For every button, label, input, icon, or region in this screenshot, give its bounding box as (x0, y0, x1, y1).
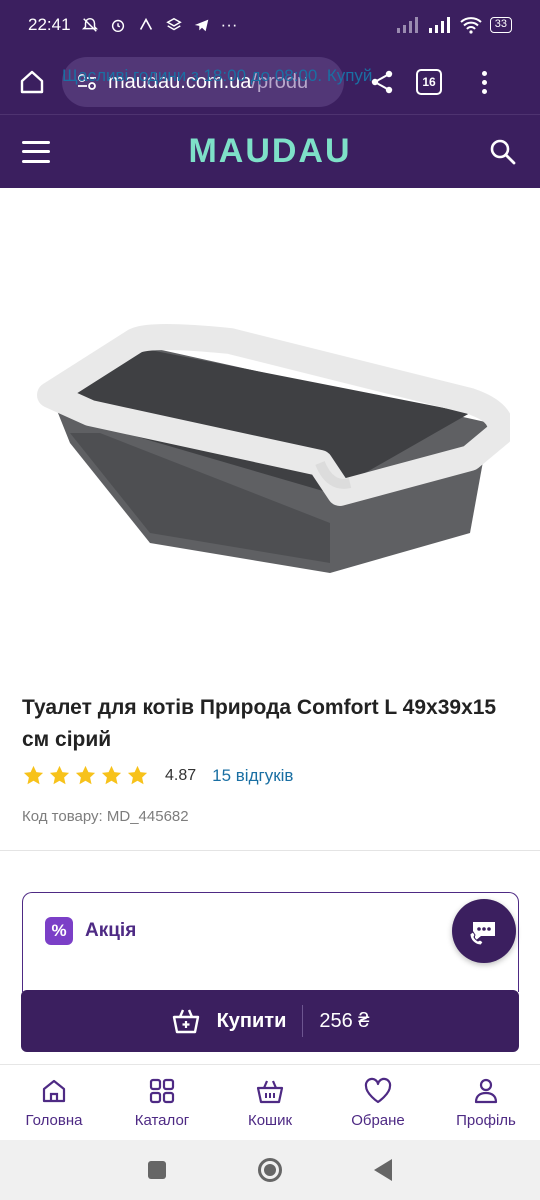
browser-menu-button[interactable] (472, 62, 496, 102)
app-notification-icon (139, 17, 152, 30)
browser-home-button[interactable] (12, 62, 52, 102)
star-icon (49, 765, 70, 785)
nav-item-cart[interactable]: Кошик (216, 1065, 324, 1140)
rating-value: 4.87 (165, 766, 197, 784)
reviews-link[interactable]: 15 відгуків (212, 766, 293, 786)
user-icon (474, 1078, 498, 1104)
chat-phone-icon (469, 922, 495, 946)
telegram-icon (194, 19, 208, 32)
star-icon (23, 765, 44, 785)
home-icon (20, 70, 44, 94)
site-header: MAUDAU (0, 114, 540, 188)
status-bar: 22:41 ··· 33 (0, 0, 540, 50)
product-image[interactable] (0, 188, 540, 678)
nav-label: Обране (351, 1112, 405, 1129)
promo-title: Акція (85, 920, 137, 941)
product-sku: Код товару: MD_445682 (22, 808, 189, 825)
promo-text[interactable]: Щасливі години з 18:00 до 08:00. Купуй (62, 66, 372, 86)
recents-button[interactable] (148, 1161, 166, 1179)
nav-item-home[interactable]: Головна (0, 1065, 108, 1140)
chat-support-button[interactable] (452, 899, 516, 963)
layers-icon (165, 17, 182, 31)
buy-button[interactable]: Купити 256 ₴ (21, 990, 519, 1052)
dot-icon (481, 88, 487, 94)
home-button[interactable] (258, 1158, 282, 1182)
divider (0, 850, 540, 851)
grid-icon (149, 1078, 175, 1104)
nav-item-catalog[interactable]: Каталог (108, 1065, 216, 1140)
wifi-icon (460, 17, 482, 34)
dot-icon (481, 70, 487, 76)
search-icon[interactable] (488, 137, 518, 167)
buy-price: 256 ₴ (319, 1009, 370, 1032)
clock: 22:41 (28, 15, 71, 34)
mute-bell-icon (81, 17, 98, 32)
litter-box-image (37, 324, 510, 573)
rating-row: 4.87 15 відгуків (22, 764, 293, 787)
rating-stars (22, 764, 149, 787)
basket-icon (172, 1009, 199, 1034)
product-title: Туалет для котів Природа Comfort L 49x39… (22, 696, 497, 751)
home-icon (42, 1079, 66, 1103)
star-icon (127, 765, 148, 785)
buy-separator (302, 1005, 304, 1037)
back-button[interactable] (374, 1159, 392, 1181)
star-icon (101, 765, 122, 785)
nav-item-profile[interactable]: Профіль (432, 1065, 540, 1140)
basket-icon (256, 1080, 284, 1104)
more-notifications: ··· (220, 15, 238, 34)
nav-label: Головна (25, 1112, 83, 1129)
promo-card: % Акція (22, 892, 519, 992)
promo-header: % Акція (45, 917, 136, 945)
buy-label: Купити (216, 1009, 287, 1032)
share-icon (371, 70, 393, 94)
nav-label: Каталог (134, 1112, 190, 1129)
signal-icon (396, 17, 418, 33)
signal-icon-2 (428, 17, 450, 33)
site-logo[interactable]: MAUDAU (0, 132, 540, 171)
hamburger-menu-icon[interactable] (22, 140, 50, 163)
alarm-icon (111, 19, 124, 33)
tab-switcher-button[interactable]: 16 (416, 69, 442, 95)
battery-indicator: 33 (489, 17, 512, 33)
star-icon (75, 765, 96, 785)
percent-badge-icon: % (45, 917, 73, 945)
bottom-navigation: Головна Каталог Кошик Обране Профіль (0, 1064, 540, 1140)
dot-icon (481, 79, 487, 85)
system-navigation-bar (0, 1140, 540, 1200)
nav-label: Профіль (456, 1112, 516, 1129)
nav-label: Кошик (247, 1112, 293, 1129)
nav-item-favorites[interactable]: Обране (324, 1065, 432, 1140)
heart-icon (364, 1077, 392, 1104)
